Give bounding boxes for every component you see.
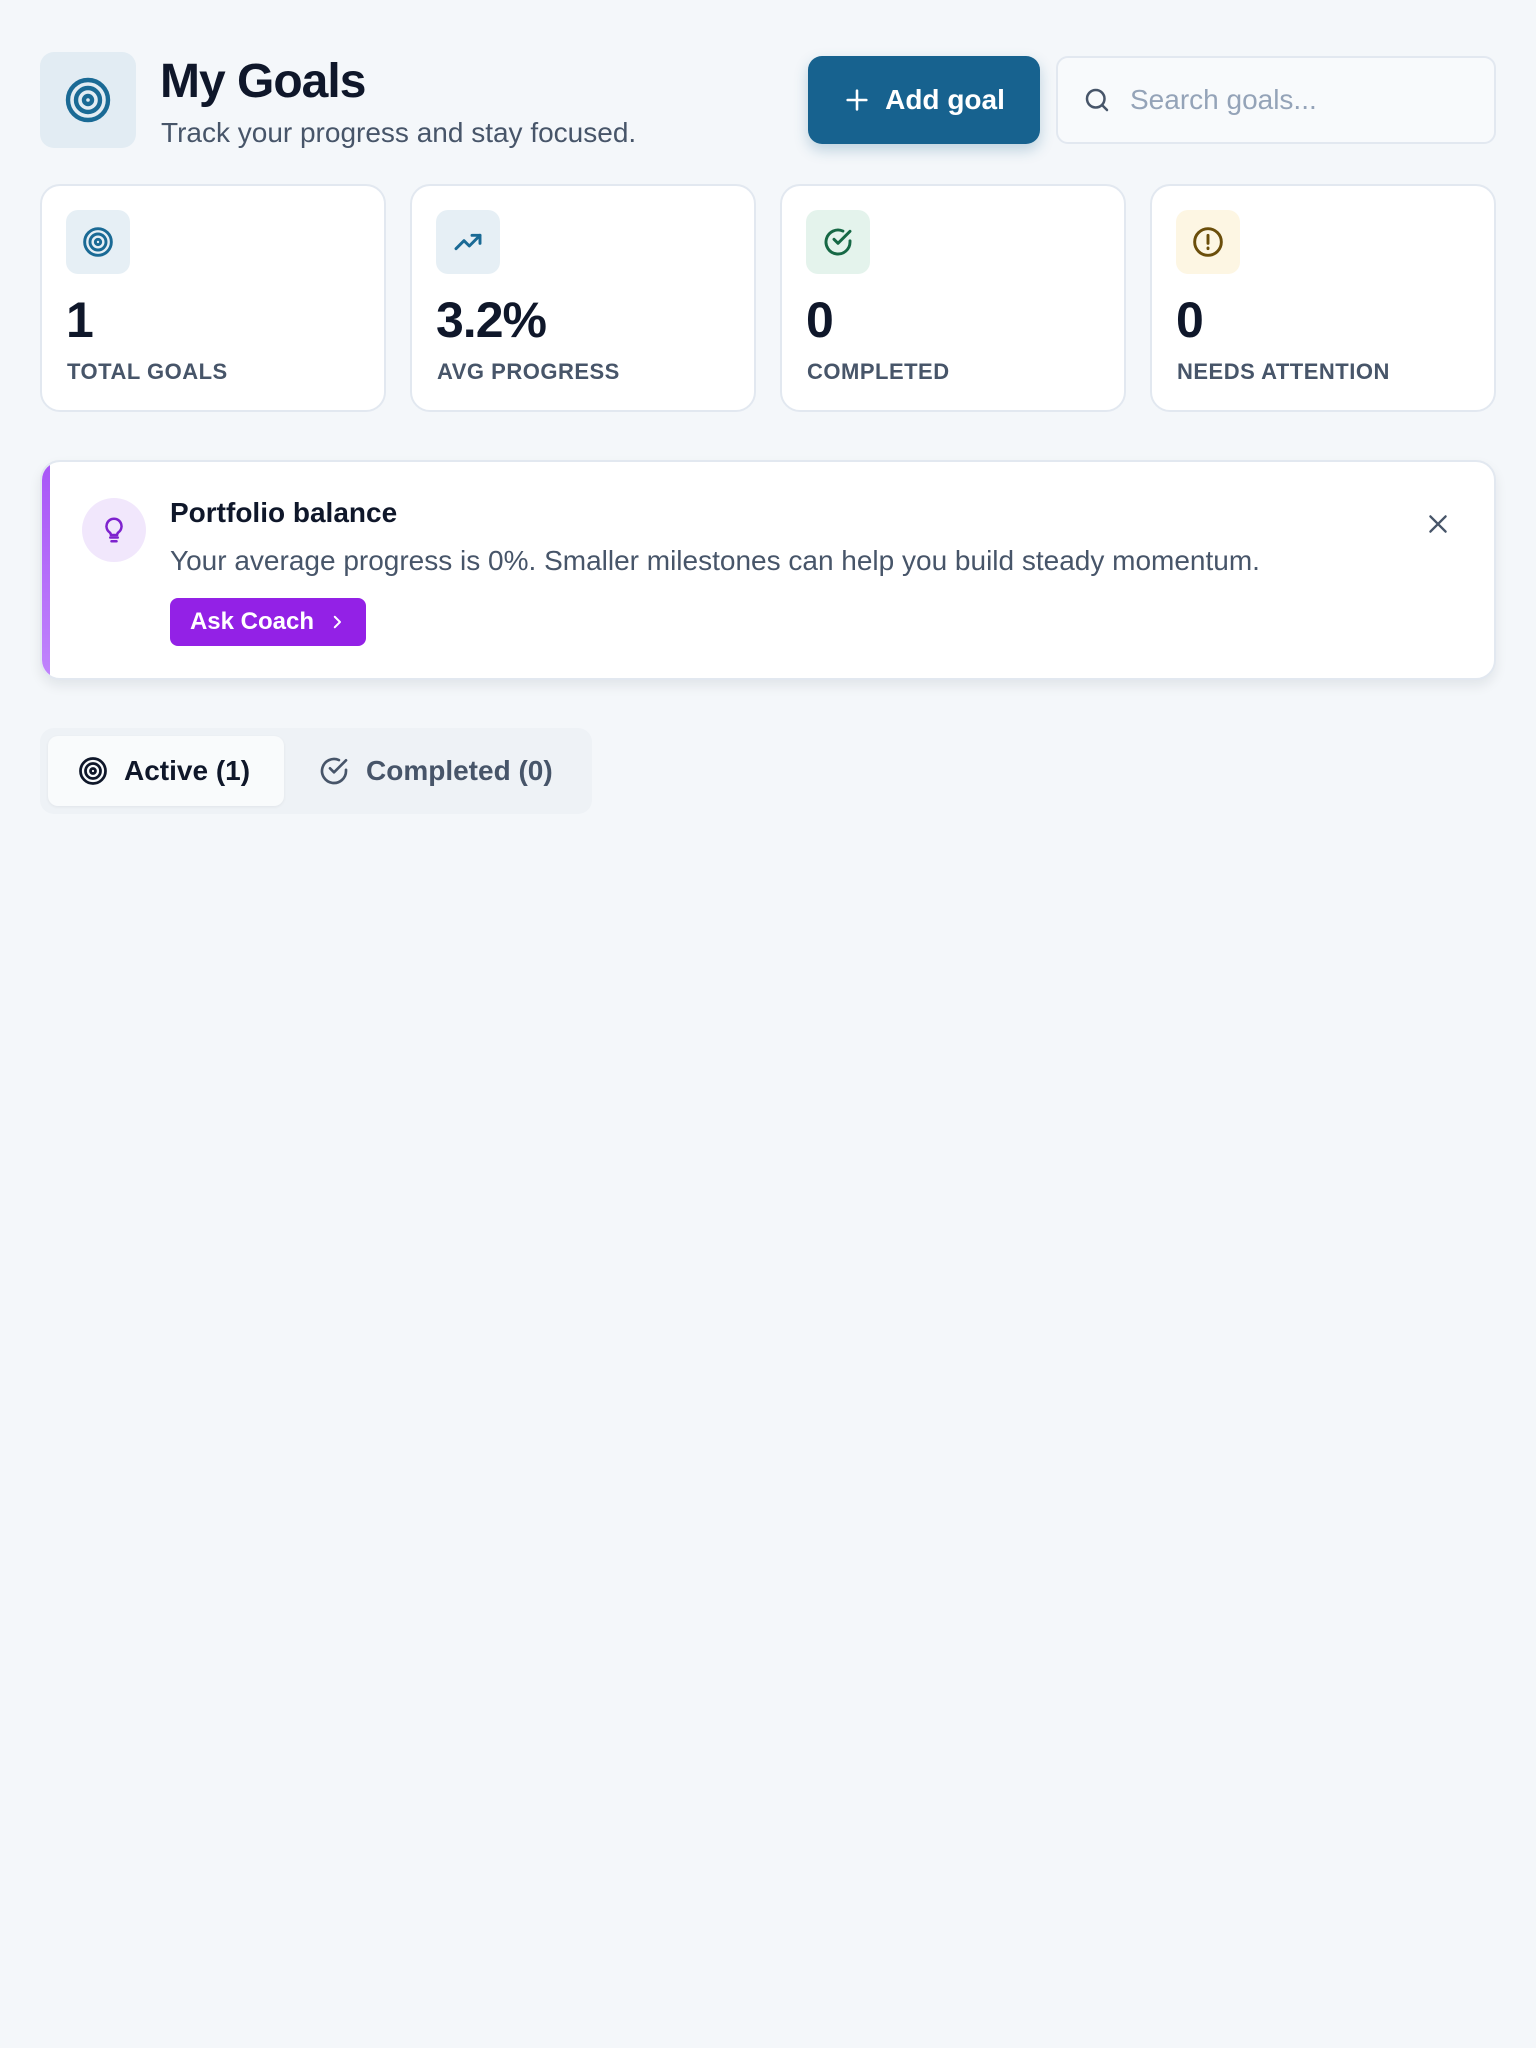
- stat-icon-box: [66, 210, 130, 274]
- search-box[interactable]: [1056, 56, 1496, 144]
- target-icon: [79, 757, 107, 785]
- target-icon: [83, 227, 113, 257]
- add-goal-label: Add goal: [885, 84, 1005, 115]
- tab-label: Active (1): [124, 755, 251, 786]
- stat-label: TOTAL GOALS: [67, 359, 228, 384]
- close-banner-button[interactable]: [1422, 508, 1454, 540]
- ask-coach-button[interactable]: Ask Coach: [170, 598, 366, 646]
- goal-tabs: Active (1) Completed (0): [40, 728, 592, 814]
- alert-circle-icon: [1193, 227, 1223, 257]
- stat-icon-box: [436, 210, 500, 274]
- logo: [40, 52, 136, 148]
- tab-active[interactable]: Active (1): [48, 736, 284, 806]
- check-circle-icon: [824, 228, 852, 256]
- add-goal-button[interactable]: Add goal: [808, 56, 1040, 144]
- stat-label: AVG PROGRESS: [437, 359, 620, 384]
- coach-title: Portfolio balance: [170, 497, 398, 528]
- tab-label: Completed (0): [366, 755, 553, 786]
- lightbulb-icon: [105, 517, 123, 543]
- chevron-right-icon: [333, 615, 341, 629]
- stat-label: NEEDS ATTENTION: [1177, 359, 1390, 384]
- search-icon: [1085, 88, 1109, 112]
- trending-up-icon: [454, 233, 482, 251]
- coach-banner: Portfolio balance Your average progress …: [40, 460, 1496, 680]
- stat-card-needs-attention: 0 NEEDS ATTENTION: [1150, 184, 1496, 412]
- stats-row: 1 TOTAL GOALS 3.2% AVG PROGRESS 0 COMPLE…: [40, 184, 1496, 412]
- stat-icon-box: [806, 210, 870, 274]
- target-icon: [65, 77, 111, 123]
- stat-card-avg-progress: 3.2% AVG PROGRESS: [410, 184, 756, 412]
- stat-value: 1: [66, 292, 94, 348]
- page-subtitle: Track your progress and stay focused.: [161, 117, 637, 148]
- stat-label: COMPLETED: [807, 359, 950, 384]
- ask-coach-label: Ask Coach: [189, 608, 315, 635]
- stat-card-total-goals: 1 TOTAL GOALS: [40, 184, 386, 412]
- stat-value: 0: [806, 292, 834, 348]
- close-icon: [1429, 515, 1447, 533]
- page-header: My Goals Track your progress and stay fo…: [40, 52, 1496, 148]
- tab-completed[interactable]: Completed (0): [296, 736, 583, 806]
- page-title: My Goals: [160, 55, 366, 108]
- stat-icon-box: [1176, 210, 1240, 274]
- coach-icon-box: [82, 498, 146, 562]
- goals-page: My Goals Track your progress and stay fo…: [0, 0, 1536, 2048]
- coach-message: Your average progress is 0%. Smaller mil…: [170, 545, 1260, 576]
- coach-accent-bar: [42, 462, 50, 678]
- stat-value: 3.2%: [436, 292, 547, 348]
- search-input[interactable]: [1130, 84, 1470, 116]
- stat-card-completed: 0 COMPLETED: [780, 184, 1126, 412]
- check-circle-icon: [320, 757, 348, 785]
- stat-value: 0: [1176, 292, 1204, 348]
- plus-icon: [846, 89, 868, 111]
